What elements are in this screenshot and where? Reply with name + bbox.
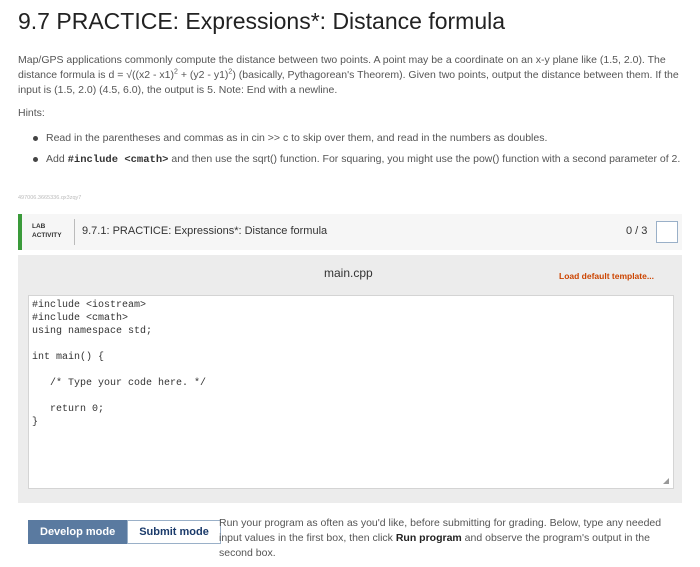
load-default-template-link[interactable]: Load default template... <box>559 271 654 281</box>
hint-item: Read in the parentheses and commas as in… <box>32 131 682 146</box>
score-box <box>656 221 678 243</box>
problem-description: Map/GPS applications commonly compute th… <box>18 54 679 96</box>
code-line: int main() { <box>32 352 105 363</box>
develop-mode-button[interactable]: Develop mode <box>28 520 128 544</box>
code-line: #include <iostream> <box>32 300 147 311</box>
lab-activity-header: LAB ACTIVITY 9.7.1: PRACTICE: Expression… <box>18 214 682 250</box>
page-title: 9.7 PRACTICE: Expressions*: Distance for… <box>18 8 506 34</box>
code-line: using namespace std; <box>32 326 153 337</box>
code-line: #include <cmath> <box>32 313 129 324</box>
hint-item: Add #include <cmath> and then use the sq… <box>32 152 682 168</box>
hints-list: Read in the parentheses and commas as in… <box>32 131 682 174</box>
file-name: main.cpp <box>324 266 373 280</box>
code-line: } <box>32 417 39 428</box>
code-editor-panel: main.cpp Load default template... #inclu… <box>18 255 682 503</box>
activity-id: 497006.3665336.qx3zqy7 <box>18 195 82 201</box>
resize-handle-icon[interactable] <box>663 478 669 484</box>
practice-page: 9.7 PRACTICE: Expressions*: Distance for… <box>0 0 700 567</box>
hints-label: Hints: <box>18 107 45 119</box>
lab-title: 9.7.1: PRACTICE: Expressions*: Distance … <box>82 225 328 237</box>
lab-activity-tag: LAB ACTIVITY <box>32 223 62 239</box>
mode-toggle: Develop mode Submit mode <box>28 520 221 544</box>
code-line: /* Type your code here. */ <box>32 378 207 389</box>
run-instructions: Run your program as often as you'd like,… <box>219 517 662 559</box>
lab-score: 0 / 3 <box>626 225 648 237</box>
lab-divider <box>74 219 75 245</box>
submit-mode-button[interactable]: Submit mode <box>127 520 221 544</box>
hint-code: #include <cmath> <box>67 154 169 166</box>
code-line: return 0; <box>32 404 105 415</box>
code-editor[interactable]: #include <iostream> #include <cmath> usi… <box>28 295 674 489</box>
